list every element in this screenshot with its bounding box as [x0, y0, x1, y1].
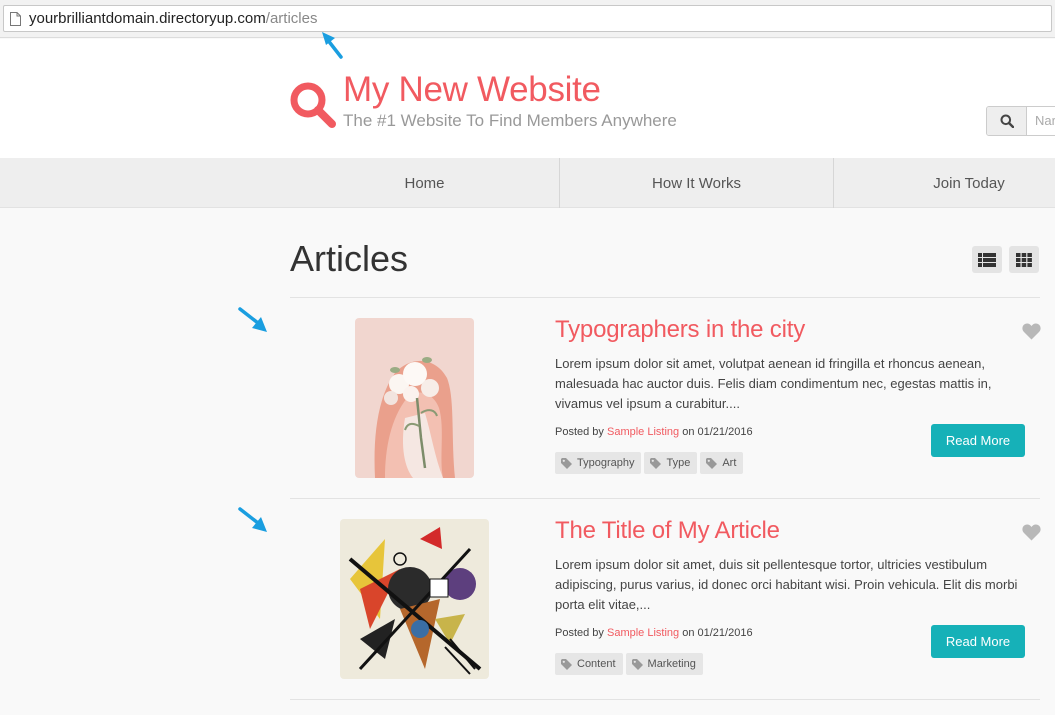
tag-icon	[561, 658, 572, 670]
grid-view-button[interactable]	[1009, 246, 1039, 273]
posted-by-label: Posted by	[555, 426, 604, 438]
article-meta: Posted by Sample Listing on 01/21/2016	[555, 426, 753, 438]
on-label: on	[682, 426, 695, 438]
heart-icon[interactable]	[1022, 323, 1041, 340]
search-icon	[1000, 114, 1014, 128]
abstract-painting-image	[340, 519, 489, 679]
list-view-icon	[978, 252, 996, 267]
tag-label: Marketing	[647, 658, 696, 670]
magnifier-logo-icon[interactable]	[288, 80, 338, 130]
woman-with-flowers-image	[355, 318, 474, 478]
tag-icon	[650, 457, 662, 469]
nav-item-join-today[interactable]: Join Today	[834, 158, 1055, 208]
url-domain: yourbrilliantdomain.directoryup.com	[29, 10, 266, 27]
article-title[interactable]: The Title of My Article	[555, 517, 780, 545]
annotation-arrow-icon	[322, 32, 343, 59]
url-field[interactable]: yourbrilliantdomain.directoryup.com/arti…	[3, 5, 1052, 32]
posted-by-label: Posted by	[555, 627, 604, 639]
page-title: Articles	[290, 238, 409, 279]
browser-address-bar: yourbrilliantdomain.directoryup.com/arti…	[0, 0, 1055, 38]
site-tagline: The #1 Website To Find Members Anywhere	[343, 111, 677, 130]
article-title[interactable]: Typographers in the city	[555, 316, 805, 344]
post-date: 01/21/2016	[697, 627, 753, 639]
divider	[290, 297, 1040, 298]
tag-icon	[631, 658, 643, 670]
tag-icon	[561, 457, 572, 469]
article-thumbnail[interactable]	[340, 519, 489, 679]
tag-list: Typography Type Art	[555, 452, 744, 474]
search-button[interactable]	[987, 107, 1027, 135]
article-meta: Posted by Sample Listing on 01/21/2016	[555, 627, 753, 639]
heart-icon[interactable]	[1022, 524, 1041, 541]
search-box: Nar	[986, 106, 1055, 136]
url-path: /articles	[265, 10, 318, 27]
read-more-button[interactable]: Read More	[931, 424, 1025, 457]
search-input[interactable]: Nar	[1035, 113, 1055, 128]
url-text: yourbrilliantdomain.directoryup.com/arti…	[29, 10, 317, 27]
tag-icon	[706, 457, 718, 469]
nav-item-how-it-works[interactable]: How It Works	[560, 158, 833, 208]
author-link[interactable]: Sample Listing	[607, 627, 679, 639]
tag-chip[interactable]: Marketing	[625, 653, 703, 675]
divider	[290, 498, 1040, 499]
annotation-arrow-icon	[238, 307, 267, 332]
tag-label: Art	[722, 457, 737, 469]
tag-label: Type	[666, 457, 691, 469]
tag-list: Content Marketing	[555, 653, 703, 675]
tag-chip[interactable]: Typography	[555, 452, 642, 474]
tag-chip[interactable]: Art	[700, 452, 744, 474]
annotation-arrow-icon	[238, 507, 267, 532]
article-excerpt: Lorem ipsum dolor sit amet, duis sit pel…	[555, 557, 1018, 612]
list-view-button[interactable]	[972, 246, 1002, 273]
site-title[interactable]: My New Website	[343, 70, 601, 110]
article-excerpt: Lorem ipsum dolor sit amet, volutpat aen…	[555, 356, 992, 411]
main-nav: Home How It Works Join Today	[0, 158, 1055, 208]
nav-item-home[interactable]: Home	[290, 158, 559, 208]
tag-chip[interactable]: Content	[555, 653, 623, 675]
author-link[interactable]: Sample Listing	[607, 426, 679, 438]
tag-label: Content	[577, 658, 616, 670]
tag-chip[interactable]: Type	[644, 452, 698, 474]
article-thumbnail[interactable]	[355, 318, 474, 478]
tag-label: Typography	[577, 457, 635, 469]
read-more-button[interactable]: Read More	[931, 625, 1025, 658]
divider	[290, 699, 1040, 700]
site-header: My New Website The #1 Website To Find Me…	[0, 39, 1055, 158]
grid-view-icon	[1016, 252, 1032, 267]
on-label: on	[682, 627, 695, 639]
post-date: 01/21/2016	[697, 426, 753, 438]
page-icon	[10, 12, 21, 26]
